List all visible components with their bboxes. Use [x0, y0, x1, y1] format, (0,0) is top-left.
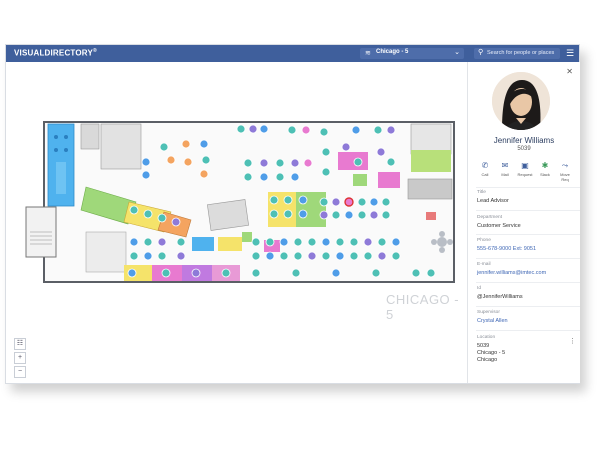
field-location-city: Chicago — [477, 357, 498, 363]
field-location-label: Location — [477, 335, 496, 340]
top-bar: VISUALDIRECTORY® ≋ Chicago - 5 ⌄ ⚲ ☰ — [6, 45, 579, 62]
layers-icon: ≋ — [365, 50, 371, 57]
chevron-down-icon: ⌄ — [454, 49, 460, 56]
request-label: Request — [517, 172, 533, 177]
field-department-label: Department — [477, 215, 503, 220]
slack-action[interactable]: ✱ Slack — [536, 161, 554, 177]
lime-zone-1 — [411, 150, 451, 172]
field-title: Title Lead Advisor — [477, 190, 577, 205]
move-request-action[interactable]: ⤳ Move Req — [556, 161, 574, 182]
call-action[interactable]: ✆ Call — [476, 161, 494, 177]
divider — [476, 234, 580, 235]
grey-room-2 — [100, 123, 142, 170]
divider — [476, 330, 580, 331]
call-label: Call — [481, 172, 489, 177]
divider — [476, 306, 580, 307]
field-location-desk: 5039 — [477, 343, 490, 349]
action-bar: ✆ Call ✉ Mail ▣ Request ✱ Slack ⤳ Move R… — [476, 161, 576, 183]
divider — [476, 282, 580, 283]
avatar-image — [492, 72, 550, 130]
supervisor-link[interactable]: Crystal Allen — [477, 318, 577, 325]
zoom-in-button[interactable]: + — [14, 352, 26, 364]
brand-mark: ® — [93, 48, 97, 54]
field-location-floor: Chicago - 5 — [477, 350, 506, 356]
field-phone-label: Phone — [477, 238, 491, 243]
field-id-value: @JenniferWilliams — [477, 294, 523, 300]
zoom-out-button[interactable]: − — [14, 366, 26, 378]
grey-room-3 — [207, 199, 249, 231]
field-phone: Phone 555-678-9000 Ext: 9051 — [477, 238, 577, 253]
move-icon: ⤳ — [561, 161, 569, 170]
app-window: VISUALDIRECTORY® ≋ Chicago - 5 ⌄ ⚲ ☰ — [5, 44, 580, 384]
brand-logo[interactable]: VISUALDIRECTORY® — [14, 48, 97, 58]
search-input[interactable] — [487, 49, 557, 57]
request-action[interactable]: ▣ Request — [516, 161, 534, 177]
red-marker — [426, 212, 436, 220]
field-id-label: Id — [477, 286, 482, 291]
mail-action[interactable]: ✉ Mail — [496, 161, 514, 177]
divider — [476, 187, 580, 188]
floor-plan-svg[interactable] — [6, 62, 467, 383]
grey-room-1 — [80, 123, 100, 150]
request-icon: ▣ — [521, 161, 529, 170]
pink-zone-1 — [338, 152, 368, 170]
grey-room-6 — [85, 231, 127, 273]
floor-map[interactable]: CHICAGO - 5 ☷ + − — [6, 62, 467, 383]
divider — [476, 258, 580, 259]
field-id: Id @JenniferWilliams — [477, 286, 577, 301]
pink-zone-2 — [378, 172, 400, 188]
location-select-label: Chicago - 5 — [376, 49, 409, 55]
green-zone-3 — [353, 174, 367, 186]
search-box[interactable]: ⚲ — [474, 48, 560, 59]
floor-label: CHICAGO - 5 — [386, 292, 460, 322]
grey-room-5 — [407, 178, 453, 200]
field-title-label: Title — [477, 190, 486, 195]
yellow-zone-small — [218, 237, 242, 251]
field-email-label: E-mail — [477, 262, 491, 267]
field-department-value: Customer Service — [477, 223, 521, 229]
person-name: Jennifer Williams — [493, 136, 555, 145]
slack-label: Slack — [540, 172, 550, 177]
field-email: E-mail jennifer.williams@imtec.com — [477, 262, 577, 277]
close-icon[interactable]: ✕ — [566, 67, 573, 76]
green-zone-small — [242, 232, 252, 242]
zoom-controls: ☷ + − — [14, 338, 26, 380]
person-panel: ✕ Jennifer Williams 5039 ✆ Call ✉ Mail ▣… — [467, 62, 580, 383]
mail-icon: ✉ — [501, 161, 509, 170]
search-icon: ⚲ — [478, 49, 484, 56]
brand-name: VISUALDIRECTORY — [14, 48, 94, 58]
location-select[interactable]: ≋ Chicago - 5 ⌄ — [360, 48, 464, 59]
field-supervisor-label: Supervisor — [477, 310, 500, 315]
grey-room-4 — [410, 123, 452, 155]
phone-icon: ✆ — [481, 161, 489, 170]
field-supervisor: Supervisor Crystal Allen — [477, 310, 577, 325]
avatar — [492, 72, 550, 130]
email-link[interactable]: jennifer.williams@imtec.com — [477, 270, 577, 277]
list-icon[interactable]: ☷ — [14, 338, 26, 350]
field-title-value: Lead Advisor — [477, 198, 509, 204]
mail-label: Mail — [501, 172, 509, 177]
blue-zone-small — [192, 237, 214, 251]
divider — [476, 210, 580, 211]
field-location: Location 5039 Chicago - 5 Chicago — [477, 335, 577, 364]
field-department: Department Customer Service — [477, 215, 577, 230]
hamburger-icon[interactable]: ☰ — [566, 48, 576, 58]
slack-icon: ✱ — [541, 161, 549, 170]
phone-link[interactable]: 555-678-9000 Ext: 9051 — [477, 246, 577, 253]
more-options-icon[interactable]: ⋮ — [569, 337, 576, 345]
move-request-label: Move Req — [560, 172, 570, 182]
person-id: 5039 — [517, 146, 531, 152]
